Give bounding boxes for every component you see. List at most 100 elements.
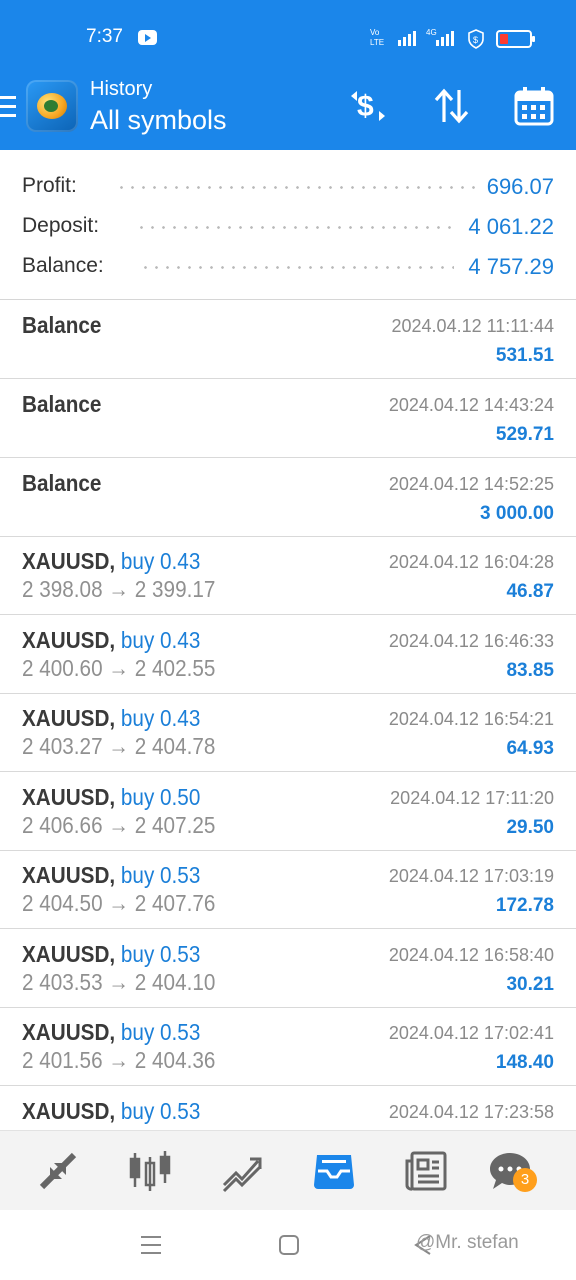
youtube-notification-icon — [138, 30, 157, 45]
sort-icon[interactable] — [432, 86, 472, 126]
trade-side: buy 0.53 — [120, 862, 201, 888]
deal-amount: 531.51 — [495, 345, 554, 366]
trade-row[interactable]: XAUUSD, buy 0.43 2 400.60 → 2 402.55 202… — [0, 615, 576, 694]
summary-balance: Balance: 4 757.29 — [22, 248, 554, 284]
trade-side: buy 0.43 — [120, 548, 201, 574]
deal-title: Balance — [22, 470, 102, 496]
status-bar: 7:37 Vo LTE 4G $ — [0, 0, 576, 70]
svg-text:4G: 4G — [426, 28, 437, 37]
trade-icon[interactable] — [220, 1149, 264, 1193]
chart-icon[interactable] — [128, 1149, 172, 1193]
summary-value: 4 757.29 — [468, 254, 554, 279]
volte-signal-icon: Vo LTE — [370, 28, 416, 47]
trade-title: XAUUSD, buy 0.43 — [22, 705, 200, 732]
trade-prices: 2 401.56 → 2 404.36 — [22, 1047, 216, 1073]
summary-label: Deposit: — [22, 214, 100, 237]
svg-text:$: $ — [357, 90, 374, 123]
deal-amount: 529.71 — [495, 424, 554, 445]
trade-row[interactable]: XAUUSD, buy 0.53 2 404.50 → 2 407.76 202… — [0, 850, 576, 929]
trade-row[interactable]: XAUUSD, buy 0.43 2 403.27 → 2 404.78 202… — [0, 693, 576, 772]
trade-title: XAUUSD, buy 0.53 — [22, 862, 200, 889]
trade-prices: 2 406.66 → 2 407.25 — [22, 812, 216, 838]
filter-deals-icon[interactable]: $ — [348, 86, 388, 126]
trade-symbol: XAUUSD, — [22, 627, 116, 653]
deal-title: Balance — [22, 391, 102, 417]
deals-list[interactable]: Balance 2024.04.12 11:11:44 531.51 Balan… — [0, 300, 576, 1130]
trade-row[interactable]: XAUUSD, buy 0.53 2024.04.12 17:23:58 — [0, 1086, 576, 1130]
trade-side: buy 0.43 — [120, 705, 201, 731]
trade-time: 2024.04.12 16:54:21 — [388, 709, 554, 729]
trade-profit: 172.78 — [495, 895, 554, 916]
deal-title: Balance — [22, 312, 102, 338]
quotes-icon[interactable] — [36, 1149, 80, 1193]
4g-signal-icon: 4G — [426, 28, 454, 46]
status-time: 7:37 — [86, 26, 123, 47]
trade-symbol: XAUUSD, — [22, 862, 116, 888]
metatrader-logo — [26, 80, 78, 132]
trade-title: XAUUSD, buy 0.43 — [22, 548, 200, 575]
trade-time: 2024.04.12 17:11:20 — [390, 788, 554, 808]
leader-dots — [116, 186, 476, 189]
bottom-navigation — [0, 1130, 576, 1210]
trade-prices: 2 404.50 → 2 407.76 — [22, 890, 216, 916]
trade-row[interactable]: XAUUSD, buy 0.50 2 406.66 → 2 407.25 202… — [0, 772, 576, 851]
calendar-icon[interactable] — [514, 86, 554, 126]
trade-time: 2024.04.12 16:58:40 — [388, 945, 554, 965]
deal-amount: 3 000.00 — [480, 503, 554, 524]
trade-prices: 2 403.27 → 2 404.78 — [22, 733, 216, 759]
trade-prices: 2 398.08 → 2 399.17 — [22, 576, 216, 602]
app-header: 7:37 Vo LTE 4G $ History All symbols $ — [0, 0, 576, 150]
header-title[interactable]: All symbols — [90, 105, 227, 136]
trade-row[interactable]: XAUUSD, buy 0.43 2 398.08 → 2 399.17 202… — [0, 536, 576, 615]
trade-side: buy 0.53 — [120, 1098, 201, 1124]
home-icon[interactable] — [278, 1234, 300, 1256]
trade-symbol: XAUUSD, — [22, 548, 116, 574]
balance-row[interactable]: Balance 2024.04.12 14:52:25 3 000.00 — [0, 458, 576, 537]
history-summary: Profit: 696.07 Deposit: 4 061.22 Balance… — [0, 150, 576, 300]
trade-title: XAUUSD, buy 0.53 — [22, 941, 200, 968]
svg-text:LTE: LTE — [370, 38, 384, 47]
trade-side: buy 0.53 — [120, 1019, 201, 1045]
deal-time: 2024.04.12 11:11:44 — [391, 316, 554, 336]
history-icon[interactable] — [312, 1149, 356, 1193]
leader-dots — [136, 226, 454, 229]
balance-row[interactable]: Balance 2024.04.12 14:43:24 529.71 — [0, 379, 576, 458]
header-subtitle: History — [90, 78, 153, 100]
summary-value: 4 061.22 — [468, 214, 554, 239]
trade-row[interactable]: XAUUSD, buy 0.53 2 401.56 → 2 404.36 202… — [0, 1007, 576, 1086]
trade-symbol: XAUUSD, — [22, 1098, 116, 1124]
trade-profit: 30.21 — [506, 974, 554, 995]
deal-time: 2024.04.12 14:52:25 — [388, 474, 554, 494]
battery-icon — [496, 30, 535, 48]
summary-label: Profit: — [22, 174, 77, 197]
shield-icon: $ — [468, 29, 484, 49]
trade-side: buy 0.43 — [120, 627, 201, 653]
summary-profit: Profit: 696.07 — [22, 168, 554, 204]
recent-apps-icon[interactable] — [140, 1234, 162, 1256]
trade-time: 2024.04.12 17:02:41 — [388, 1023, 554, 1043]
trade-time: 2024.04.12 16:46:33 — [388, 631, 554, 651]
trade-row[interactable]: XAUUSD, buy 0.53 2 403.53 → 2 404.10 202… — [0, 929, 576, 1008]
trade-time: 2024.04.12 17:03:19 — [388, 866, 554, 886]
trade-profit: 83.85 — [506, 660, 554, 681]
summary-label: Balance: — [22, 254, 104, 277]
summary-deposit: Deposit: 4 061.22 — [22, 208, 554, 244]
trade-side: buy 0.53 — [120, 941, 201, 967]
watermark: @Mr. stefan — [416, 1232, 519, 1253]
trade-title: XAUUSD, buy 0.53 — [22, 1098, 200, 1125]
trade-time: 2024.04.12 17:23:58 — [388, 1102, 554, 1122]
news-icon[interactable] — [404, 1149, 448, 1193]
trade-profit: 29.50 — [506, 817, 554, 838]
trade-title: XAUUSD, buy 0.50 — [22, 784, 200, 811]
trade-profit: 148.40 — [495, 1052, 554, 1073]
trade-symbol: XAUUSD, — [22, 705, 116, 731]
trade-prices: 2 400.60 → 2 402.55 — [22, 655, 216, 681]
trade-time: 2024.04.12 16:04:28 — [388, 552, 554, 572]
leader-dots — [140, 266, 454, 269]
trade-symbol: XAUUSD, — [22, 941, 116, 967]
trade-side: buy 0.50 — [120, 784, 201, 810]
trade-symbol: XAUUSD, — [22, 1019, 116, 1045]
menu-icon[interactable] — [0, 96, 16, 120]
balance-row[interactable]: Balance 2024.04.12 11:11:44 531.51 — [0, 300, 576, 379]
svg-text:Vo: Vo — [370, 28, 380, 37]
